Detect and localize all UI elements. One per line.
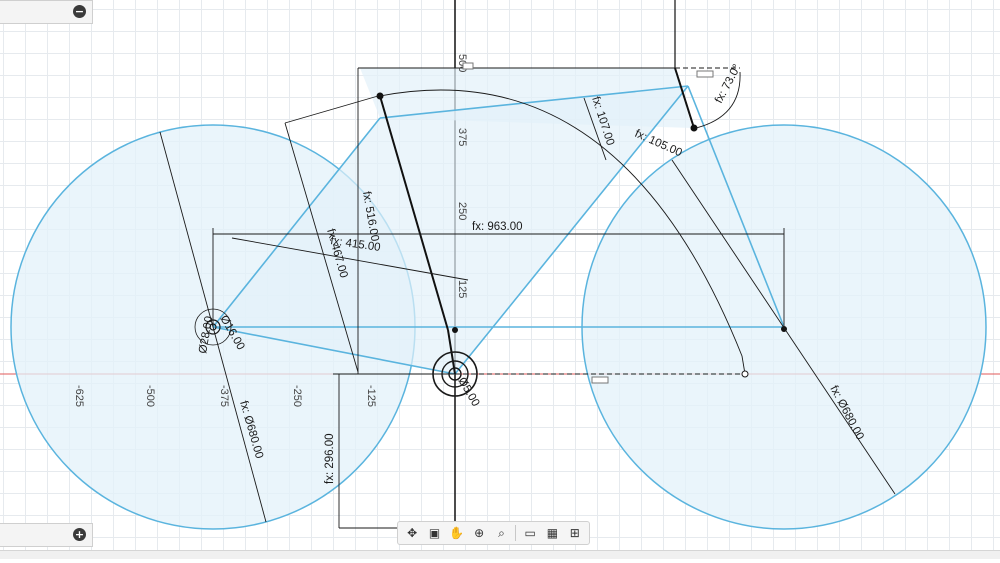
sketch-svg: -625 -500 -375 -250 -125 500 375 250 125… [0, 0, 1000, 545]
display-settings-icon[interactable]: ▭ [522, 525, 539, 542]
dim-label-wheelbase: fx: 963.00 [472, 221, 523, 233]
grid-icon[interactable]: ▦ [544, 525, 561, 542]
bb-mid-point [452, 327, 458, 333]
expand-icon[interactable]: + [73, 528, 86, 541]
h-tick: -250 [291, 385, 303, 407]
zoom-window-icon[interactable]: ⊕ [471, 525, 488, 542]
collapse-icon[interactable]: − [73, 5, 86, 18]
h-tick: -125 [365, 385, 377, 407]
front-dot [741, 370, 749, 378]
h-tick: -375 [218, 385, 230, 407]
toolbar-separator [515, 525, 517, 541]
h-tick: -500 [144, 385, 156, 407]
sketch-canvas[interactable]: -625 -500 -375 -250 -125 500 375 250 125… [0, 0, 1000, 558]
dim-label-bb-drop: fx: 296.00 [324, 433, 336, 484]
comments-panel-collapsed: + [0, 523, 93, 547]
v-tick: 250 [456, 202, 468, 220]
navigation-toolbar: ✥ ▣ ✋ ⊕ ⌕ ▭ ▦ ⊞ [397, 521, 590, 545]
pan-icon[interactable]: ✋ [448, 525, 465, 542]
v-tick: 375 [456, 128, 468, 146]
h-tick: -625 [73, 385, 85, 407]
viewports-icon[interactable]: ⊞ [566, 525, 583, 542]
orbit-icon[interactable]: ✥ [404, 525, 421, 542]
v-tick: 125 [456, 280, 468, 298]
constraint-icon [696, 70, 714, 78]
browser-panel-collapsed: − [0, 0, 93, 24]
dim-label-head-angle: fx: 73.0° [713, 62, 743, 105]
fit-icon[interactable]: ⌕ [493, 525, 510, 542]
dim-chainstay-ext [284, 95, 379, 124]
look-at-icon[interactable]: ▣ [426, 525, 443, 542]
constraint-icon [591, 376, 609, 384]
constraint-icon [462, 62, 474, 70]
dim-label-bb: Ø5.00 [455, 376, 481, 409]
